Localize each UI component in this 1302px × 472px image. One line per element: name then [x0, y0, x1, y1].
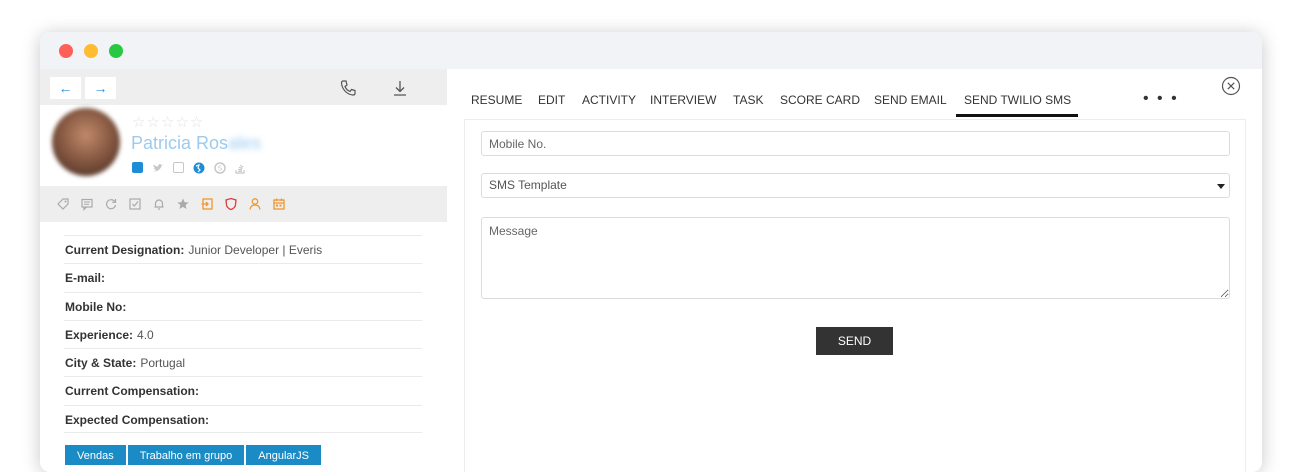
detail-row-designation: Current Designation: Junior Developer | E… [64, 235, 422, 263]
facebook-icon[interactable] [172, 162, 184, 174]
candidate-name: Patricia Rosales [131, 133, 261, 154]
detail-value: Junior Developer | Everis [188, 243, 323, 257]
detail-row-email: E-mail: [64, 263, 422, 291]
download-icon[interactable] [390, 78, 410, 98]
comment-icon[interactable] [80, 197, 94, 211]
avatar [52, 108, 120, 176]
detail-label: Current Compensation: [65, 384, 200, 399]
skill-tag[interactable]: Vendas [65, 445, 126, 465]
svg-text:S: S [218, 164, 223, 172]
detail-row-current-compensation: Current Compensation: [64, 376, 422, 404]
tab-activity[interactable]: ACTIVITY [575, 91, 643, 117]
tab-send-email[interactable]: SEND EMAIL [867, 91, 954, 117]
tab-edit[interactable]: EDIT [531, 91, 572, 117]
candidate-name-blurred: ales [228, 133, 262, 153]
twitter-icon[interactable] [152, 162, 164, 174]
candidate-details: Current Designation: Junior Developer | E… [64, 235, 422, 434]
star-icon[interactable] [176, 197, 190, 211]
detail-label: City & State: [65, 356, 137, 371]
login-icon[interactable] [200, 197, 214, 211]
skill-tag[interactable]: AngularJS [246, 445, 322, 465]
sms-template-value: SMS Template [489, 178, 567, 192]
detail-label: E-mail: [65, 271, 106, 286]
phone-icon[interactable] [338, 78, 358, 98]
sms-template-select[interactable]: SMS Template [481, 173, 1230, 198]
checkbox-icon[interactable] [128, 197, 142, 211]
minimize-window-button[interactable] [84, 44, 98, 58]
refresh-icon[interactable] [104, 197, 118, 211]
message-textarea[interactable] [481, 217, 1230, 299]
skill-tags: Vendas Trabalho em grupo AngularJS [65, 445, 323, 465]
send-button[interactable]: SEND [816, 327, 893, 355]
detail-row-mobile: Mobile No: [64, 291, 422, 320]
detail-row-expected-compensation: Expected Compensation: [64, 404, 422, 434]
mobile-number-input[interactable] [481, 131, 1230, 156]
tab-score-card[interactable]: SCORE CARD [773, 91, 867, 117]
detail-row-experience: Experience: 4.0 [64, 319, 422, 348]
app-window: ← → ☆☆☆☆☆ Patricia Rosales S Current Des… [40, 32, 1262, 472]
detail-row-city-state: City & State: Portugal [64, 348, 422, 376]
detail-value: 4.0 [137, 327, 154, 342]
stackoverflow-icon[interactable] [234, 162, 246, 174]
tab-interview[interactable]: INTERVIEW [643, 91, 723, 117]
tag-icon[interactable] [56, 197, 70, 211]
forward-button[interactable]: → [85, 77, 116, 99]
shield-icon[interactable] [224, 197, 238, 211]
close-icon[interactable] [1221, 76, 1241, 96]
title-bar [40, 32, 1262, 69]
candidate-name-visible: Patricia Ros [131, 133, 229, 153]
caret-down-icon [1217, 184, 1225, 189]
bell-icon[interactable] [152, 197, 166, 211]
candidate-profile: ☆☆☆☆☆ Patricia Rosales S [40, 105, 447, 186]
arrow-left-icon: ← [58, 80, 73, 96]
detail-label: Mobile No: [65, 299, 127, 314]
detail-label: Expected Compensation: [65, 412, 210, 427]
social-links: S [132, 159, 246, 177]
action-panel: RESUME EDIT ACTIVITY INTERVIEW TASK SCOR… [447, 69, 1262, 472]
tab-task[interactable]: TASK [726, 91, 770, 117]
detail-label: Current Designation: [65, 243, 185, 257]
close-window-button[interactable] [59, 44, 73, 58]
globe-icon[interactable] [193, 162, 205, 174]
skill-tag[interactable]: Trabalho em grupo [127, 445, 245, 465]
more-tabs-button[interactable]: • • • [1143, 91, 1179, 107]
tab-send-twilio-sms[interactable]: SEND TWILIO SMS [956, 91, 1079, 117]
detail-value: Portugal [140, 356, 186, 371]
sms-form: SMS Template SEND [464, 119, 1246, 472]
back-button[interactable]: ← [50, 77, 81, 99]
linkedin-icon[interactable] [132, 162, 143, 174]
calendar-icon[interactable] [272, 197, 286, 211]
skype-icon[interactable]: S [214, 162, 226, 174]
rating-stars[interactable]: ☆☆☆☆☆ [132, 113, 204, 131]
user-icon[interactable] [248, 197, 262, 211]
candidate-panel: ← → ☆☆☆☆☆ Patricia Rosales S Current Des… [40, 69, 447, 472]
tab-resume[interactable]: RESUME [464, 91, 529, 117]
candidate-toolbar: ← → [40, 69, 447, 105]
arrow-right-icon: → [93, 80, 108, 96]
detail-label: Experience: [65, 327, 134, 342]
maximize-window-button[interactable] [109, 44, 123, 58]
candidate-actions-bar [40, 186, 447, 222]
